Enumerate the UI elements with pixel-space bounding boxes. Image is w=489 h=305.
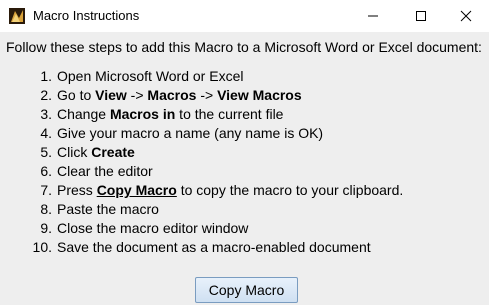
step-emphasis: Create: [91, 144, 135, 160]
step-text-part: Open Microsoft Word or Excel: [57, 68, 244, 84]
step-number: 6.: [40, 163, 52, 179]
step-text-part: Press: [57, 182, 97, 198]
step-emphasis: Macros in: [109, 106, 176, 122]
step-text-part: Go to: [57, 87, 96, 103]
step-text-part: Paste the macro: [57, 201, 159, 217]
step-emphasis: Copy Macro: [96, 182, 177, 198]
copy-macro-button[interactable]: Copy Macro: [195, 277, 298, 303]
step-number: 5.: [40, 144, 52, 160]
step-number: 10.: [32, 239, 52, 255]
step-text: Change Macros in to the current file: [57, 105, 283, 124]
step-number: 7.: [40, 182, 52, 198]
step-text: Close the macro editor window: [57, 219, 248, 238]
step-text-part: Give your macro a name (any name is OK): [57, 125, 324, 141]
step-emphasis: View Macros: [217, 87, 302, 103]
step-text: Go to View -> Macros -> View Macros: [57, 86, 302, 105]
step-text-part: Save the document as a macro-enabled doc…: [57, 239, 371, 255]
step-text: Open Microsoft Word or Excel: [57, 67, 243, 86]
step-number: 9.: [40, 220, 52, 236]
maximize-icon: [416, 11, 426, 21]
step-emphasis: Macros: [147, 87, 197, 103]
step-text: Click Create: [57, 143, 135, 162]
step-emphasis: View: [95, 87, 127, 103]
step-number: 2.: [40, 87, 52, 103]
maximize-button[interactable]: [398, 0, 444, 32]
step-text: Press Copy Macro to copy the macro to yo…: [57, 181, 403, 200]
step-text-part: ->: [196, 87, 218, 103]
step-text-part: Click: [57, 144, 92, 160]
step-text-part: ->: [126, 87, 148, 103]
step-text-part: to the current file: [175, 106, 284, 122]
step-text: Save the document as a macro-enabled doc…: [57, 238, 371, 257]
step-text: Give your macro a name (any name is OK): [57, 124, 323, 143]
step-number: 1.: [40, 68, 52, 84]
close-button[interactable]: [443, 0, 489, 32]
minimize-button[interactable]: [350, 0, 396, 32]
window-title: Macro Instructions: [33, 8, 140, 23]
step-text-part: to copy the macro to your clipboard.: [176, 182, 404, 198]
step-text-part: Close the macro editor window: [57, 220, 249, 236]
step-text-part: Change: [57, 106, 110, 122]
instructions-intro: Follow these steps to add this Macro to …: [6, 39, 482, 55]
step-number: 8.: [40, 201, 52, 217]
app-icon: [9, 8, 25, 24]
macro-instructions-window: Macro Instructions Follow these steps to…: [0, 0, 489, 305]
close-icon: [460, 10, 472, 22]
dialog-content: Follow these steps to add this Macro to …: [0, 32, 489, 305]
step-text: Clear the editor: [57, 162, 153, 181]
step-text: Paste the macro: [57, 200, 159, 219]
step-number: 3.: [40, 106, 52, 122]
minimize-icon: [368, 15, 378, 17]
step-text-part: Clear the editor: [57, 163, 153, 179]
title-bar[interactable]: Macro Instructions: [0, 0, 489, 32]
step-number: 4.: [40, 125, 52, 141]
